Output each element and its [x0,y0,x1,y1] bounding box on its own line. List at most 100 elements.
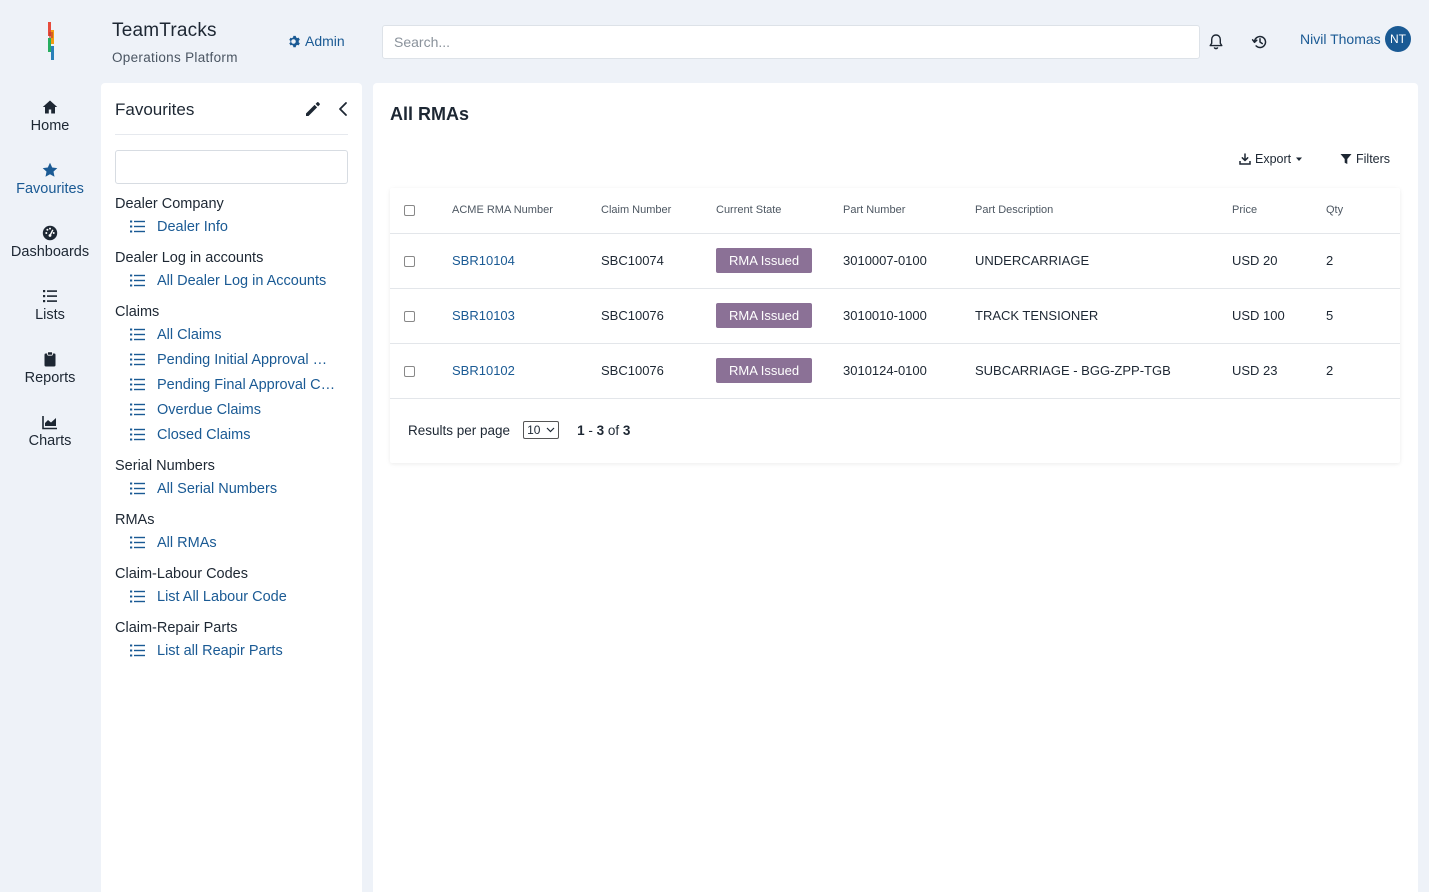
table-row: SBR10103 SBC10076 RMA Issued 3010010-100… [390,288,1400,344]
part-description: TRACK TENSIONER [975,288,1232,344]
divider [115,134,348,135]
admin-link[interactable]: Admin [287,33,345,49]
fav-link-list-all-repair-parts[interactable]: List all Reapir Parts [115,638,355,663]
fav-link-all-serial-numbers[interactable]: All Serial Numbers [115,476,355,501]
qty: 5 [1326,288,1400,344]
fav-link-label: Overdue Claims [157,401,261,418]
favourites-group: Claim-Labour Codes List All Labour Code [115,564,355,609]
export-label: Export [1255,152,1292,166]
app-subtitle: Operations Platform [112,50,238,65]
column-header[interactable]: Part Description [975,188,1232,234]
column-header[interactable]: Qty [1326,188,1400,234]
rma-number-link[interactable]: SBR10102 [452,363,515,378]
nav-lists[interactable]: Lists [0,274,100,337]
group-title: Dealer Log in accounts [115,250,264,266]
group-title: Claims [115,304,160,320]
table-row: SBR10102 SBC10076 RMA Issued 3010124-010… [390,343,1400,399]
favourites-search-input[interactable] [115,150,348,184]
row-checkbox[interactable] [404,256,415,268]
nav-dashboards[interactable]: Dashboards [0,211,100,274]
select-all-checkbox[interactable] [404,204,415,216]
part-number: 3010007-0100 [843,233,975,289]
nav-favourites[interactable]: Favourites [0,148,100,211]
column-header[interactable]: Current State [716,188,843,234]
filters-label: Filters [1356,152,1391,166]
bell-icon[interactable] [1208,33,1224,51]
user-name[interactable]: Nivil Thomas [1300,31,1381,47]
fav-link-overdue-claims[interactable]: Overdue Claims [115,397,355,422]
fav-link-all-dealer-log-in-accounts[interactable]: All Dealer Log in Accounts [115,268,355,293]
group-title: RMAs [115,512,155,528]
list-icon [130,378,145,391]
row-checkbox[interactable] [404,366,415,378]
history-icon[interactable] [1251,33,1269,51]
nav-charts[interactable]: Charts [0,400,100,463]
range-start: 1 [577,422,585,438]
list-icon [130,428,145,441]
favourites-groups: Dealer Company Dealer Info Dealer Log in… [115,194,355,672]
list-icon [130,328,145,341]
main-nav: Home Favourites Dashboards Lists Reports… [0,85,100,463]
list-icon [130,482,145,495]
page-range: 1 - 3 of 3 [577,422,631,438]
rma-number-link[interactable]: SBR10104 [452,253,515,268]
chevron-down-icon [546,427,555,433]
favourites-group: Serial Numbers All Serial Numbers [115,456,355,501]
gear-icon [289,35,300,47]
home-icon [42,100,58,114]
chevron-left-icon[interactable] [337,101,349,117]
fav-link-label: All Dealer Log in Accounts [157,272,327,289]
fav-link-pending-final-approval[interactable]: Pending Final Approval C… [115,372,355,397]
part-number: 3010010-1000 [843,288,975,344]
nav-label: Favourites [16,181,84,197]
range-end: 3 [596,422,605,438]
chart-icon [42,416,57,430]
column-header[interactable]: ACME RMA Number [452,188,601,234]
list-icon [130,353,145,366]
price: USD 23 [1232,343,1326,399]
dashboard-icon [42,225,58,241]
fav-link-all-rmas[interactable]: All RMAs [115,530,355,555]
fav-link-label: List All Labour Code [157,588,287,605]
nav-label: Home [30,118,70,134]
column-header[interactable]: Price [1232,188,1326,234]
column-header[interactable]: Part Number [843,188,975,234]
claim-number: SBC10076 [601,288,716,344]
rma-number-link[interactable]: SBR10103 [452,308,515,323]
fav-link-pending-initial-approval[interactable]: Pending Initial Approval … [115,347,355,372]
range-total: 3 [622,422,631,438]
fav-link-closed-claims[interactable]: Closed Claims [115,422,355,447]
avatar[interactable]: NT [1385,26,1411,52]
nav-home[interactable]: Home [0,85,100,148]
fav-link-dealer-info[interactable]: Dealer Info [115,214,355,239]
brand: TeamTracks Operations Platform [112,20,238,65]
fav-link-label: All Serial Numbers [157,480,278,497]
nav-reports[interactable]: Reports [0,337,100,400]
list-icon [130,644,145,657]
page-title: All RMAs [390,104,470,124]
per-page-value: 10 [527,423,541,437]
fav-link-label: All RMAs [157,534,217,551]
favourites-group: Claims All Claims Pending Initial Approv… [115,302,355,447]
table-header-row: ACME RMA Number Claim Number Current Sta… [390,188,1400,234]
qty: 2 [1326,343,1400,399]
filters-button[interactable]: Filters [1340,152,1390,166]
status-badge: RMA Issued [716,248,813,273]
fav-link-all-claims[interactable]: All Claims [115,322,355,347]
group-title: Claim-Repair Parts [115,620,238,636]
per-page-select[interactable]: 10 [523,421,560,439]
claim-number: SBC10074 [601,233,716,289]
fav-link-list-all-labour-code[interactable]: List All Labour Code [115,584,355,609]
nav-label: Dashboards [10,244,90,260]
nav-label: Charts [28,433,72,449]
row-checkbox[interactable] [404,311,415,323]
part-description: UNDERCARRIAGE [975,233,1232,289]
global-search-input[interactable] [382,25,1200,59]
list-icon [130,403,145,416]
fav-link-label: All Claims [157,326,222,343]
download-icon [1239,153,1251,165]
price: USD 100 [1232,288,1326,344]
export-button[interactable]: Export [1239,152,1303,166]
pencil-icon[interactable] [304,100,322,118]
column-header[interactable]: Claim Number [601,188,716,234]
